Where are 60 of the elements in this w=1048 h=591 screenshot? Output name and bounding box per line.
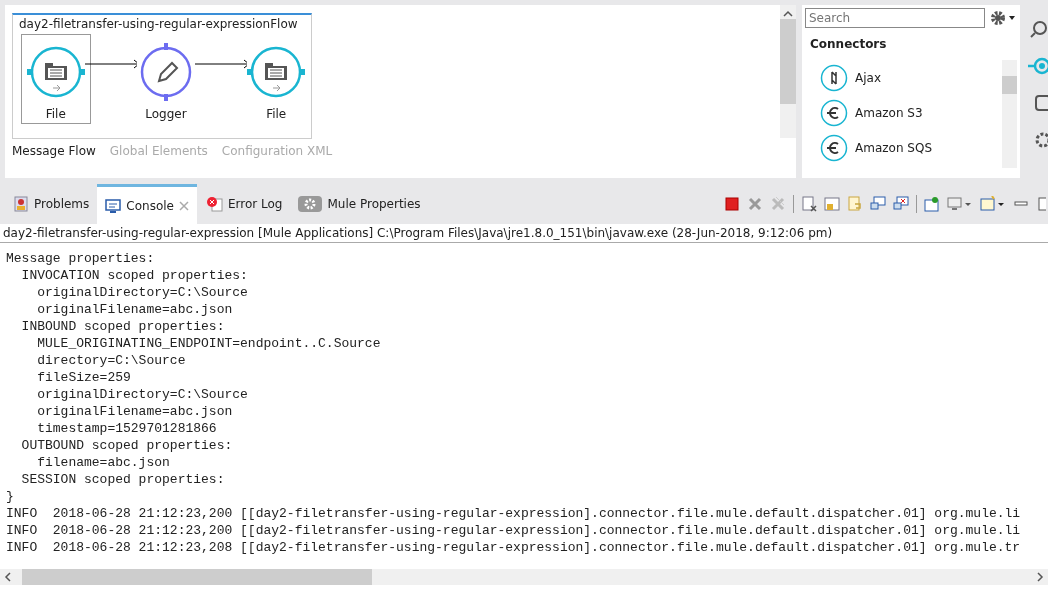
close-icon[interactable] xyxy=(178,200,189,211)
console-line: originalDirectory=C:\Source xyxy=(36,284,248,301)
palette-item[interactable]: Amazon SQS xyxy=(820,130,1002,165)
word-wrap-icon[interactable] xyxy=(847,196,863,212)
console-line: } xyxy=(6,488,14,505)
view-tab[interactable]: Mule Properties xyxy=(290,184,429,224)
console-line: INVOCATION scoped properties: xyxy=(20,267,248,284)
console-line: fileSize=259 xyxy=(36,369,131,386)
console-header: day2-filetransfer-using-regular-expression [Mule Applications] C:\Program Files\Java\jre1.8.0_151\bin\javaw.exe (28-Jun-2018, 9:12:06 pm) xyxy=(0,224,1048,243)
flow-node[interactable]: File xyxy=(241,34,311,124)
flow-title: day2-filetransfer-using-regular-expressionFlow xyxy=(18,16,298,31)
console-line: INBOUND scoped properties: xyxy=(20,318,225,335)
vertical-scrollbar[interactable] xyxy=(780,5,796,138)
display-console-icon[interactable] xyxy=(947,196,973,212)
maximize-icon[interactable] xyxy=(1036,196,1046,212)
horizontal-scrollbar[interactable] xyxy=(0,569,1048,585)
pin-icon[interactable] xyxy=(924,196,940,212)
flow-node[interactable]: File xyxy=(21,34,91,124)
console-line: originalFilename=abc.json xyxy=(36,403,233,420)
console-line: originalFilename=abc.json xyxy=(36,301,233,318)
new-console-icon[interactable] xyxy=(980,196,1006,212)
flow-arrow xyxy=(84,58,138,70)
console-line: directory=C:\Source xyxy=(36,352,186,369)
editor-tab[interactable]: Message Flow xyxy=(12,144,96,158)
scroll-right-icon[interactable] xyxy=(1036,572,1044,582)
console-line: filename=abc.json xyxy=(36,454,170,471)
gear-icon xyxy=(298,196,323,212)
connector-icon xyxy=(820,98,848,127)
vertical-scrollbar[interactable] xyxy=(1002,60,1017,168)
console-line: INFO 2018-06-28 21:12:23,200 [[day2-filetransfer-using-regular-expression].connector.file.mule.default.dispatcher.01] org.mule.li xyxy=(6,522,1021,539)
settings-icon[interactable] xyxy=(989,9,1017,27)
connector-icon xyxy=(820,133,848,162)
palette-heading: Connectors xyxy=(810,37,887,51)
error-log-icon xyxy=(204,196,223,212)
show-output-icon[interactable] xyxy=(870,196,886,212)
console-line: Message properties: xyxy=(6,250,155,267)
palette-item[interactable]: Ajax xyxy=(820,60,1002,95)
warning-board-icon xyxy=(13,196,29,212)
view-tab[interactable]: Error Log xyxy=(196,184,291,224)
console-line: timestamp=1529701281866 xyxy=(36,420,217,437)
console-line: SESSION scoped properties: xyxy=(20,471,225,488)
flow-arrow xyxy=(194,58,248,70)
scroll-lock-icon[interactable] xyxy=(824,196,840,212)
scroll-up-icon[interactable] xyxy=(783,9,793,17)
console-line: originalDirectory=C:\Source xyxy=(36,386,248,403)
view-tab[interactable]: Problems xyxy=(5,184,98,224)
show-error-icon[interactable] xyxy=(893,196,909,212)
console-line: INFO 2018-06-28 21:12:23,200 [[day2-filetransfer-using-regular-expression].connector.file.mule.default.dispatcher.01] org.mule.li xyxy=(6,505,1021,522)
flow-node[interactable]: Logger xyxy=(131,34,201,124)
stop-icon[interactable] xyxy=(724,196,740,212)
monitor-icon xyxy=(105,197,122,214)
console-line: INFO 2018-06-28 21:12:23,208 [[day2-filetransfer-using-regular-expression].connector.file.mule.default.dispatcher.01] org.mule.tr xyxy=(6,539,1021,556)
clear-console-icon[interactable] xyxy=(801,196,817,212)
palette-item[interactable]: Amazon S3 xyxy=(820,95,1002,130)
scroll-left-icon[interactable] xyxy=(4,572,12,582)
view-tab[interactable]: Console xyxy=(97,184,197,224)
console-line: MULE_ORIGINATING_ENDPOINT=endpoint..C.Source xyxy=(36,335,381,352)
search-field[interactable]: Search xyxy=(805,8,985,28)
console-line: OUTBOUND scoped properties: xyxy=(20,437,233,454)
remove-icon[interactable] xyxy=(747,196,763,212)
